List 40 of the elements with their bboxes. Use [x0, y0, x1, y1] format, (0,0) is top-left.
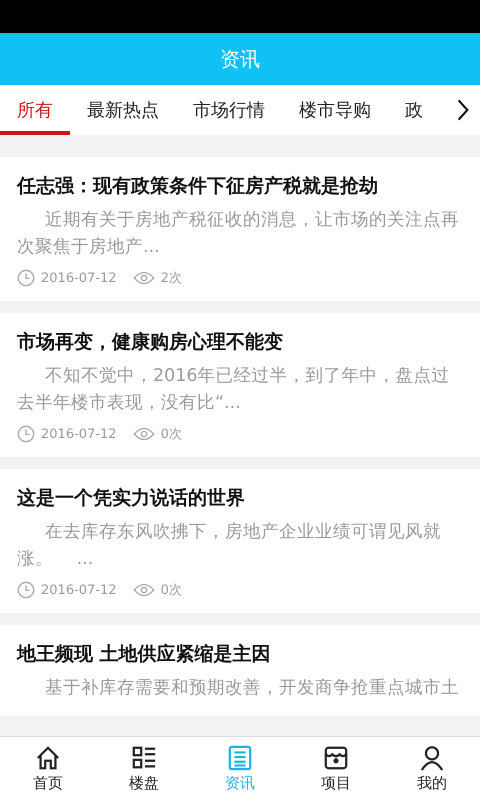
clock-icon	[17, 425, 35, 443]
person-icon	[419, 744, 445, 770]
article-title: 地王频现 土地供应紧缩是主因	[17, 642, 272, 667]
clock-icon	[17, 581, 35, 599]
clock-icon	[17, 269, 35, 287]
article-title: 任志强：现有政策条件下征房产税就是抢劫	[17, 174, 379, 199]
article-summary: 不知不觉中，2016年已经过半，到了年中，盘点过去半年楼市表现，没有比“...	[17, 365, 451, 415]
eye-icon	[132, 269, 155, 287]
view-count: 0次	[160, 426, 182, 443]
store-icon	[323, 744, 349, 770]
nav-item[interactable]: 首页	[0, 737, 96, 800]
category-tab[interactable]: 最新热点	[70, 85, 176, 135]
eye-icon	[132, 581, 155, 599]
article-date: 2016-07-12	[41, 582, 117, 598]
nav-item[interactable]: 楼盘	[96, 737, 192, 800]
article-card[interactable]: 地王频现 土地供应紧缩是主因 基于补库存需要和预期改善，开发商争抢重点城市土	[0, 625, 480, 716]
article-title: 市场再变，健康购房心理不能变	[17, 330, 284, 355]
category-tab[interactable]: 政	[388, 85, 440, 135]
article-summary: 在去库存东风吹拂下，房地产企业业绩可谓见风就涨。 ...	[17, 521, 442, 571]
article-date: 2016-07-12	[41, 426, 117, 442]
page-title: 资讯	[220, 46, 260, 72]
article-date: 2016-07-12	[41, 270, 117, 286]
nav-item[interactable]: 项目	[288, 737, 384, 800]
eye-icon	[132, 425, 155, 443]
document-icon	[227, 744, 253, 770]
article-summary: 近期有关于房地产税征收的消息，让市场的关注点再次聚焦于房地产...	[17, 209, 460, 259]
article-summary: 基于补库存需要和预期改善，开发商争抢重点城市土	[44, 677, 460, 700]
article-card[interactable]: 市场再变，健康购房心理不能变 不知不觉中，2016年已经过半，到了年中，盘点过去半年楼市表现，没有比“... 2016-07-12 0次	[0, 313, 480, 457]
view-count: 2次	[160, 270, 182, 287]
category-tab[interactable]: 所有	[0, 85, 70, 135]
category-tab[interactable]: 楼市导购	[282, 85, 388, 135]
article-title: 这是一个凭实力说话的世界	[17, 486, 246, 511]
home-icon	[35, 744, 61, 770]
chevron-right-icon[interactable]	[456, 98, 470, 122]
article-card[interactable]: 这是一个凭实力说话的世界 在去库存东风吹拂下，房地产企业业绩可谓见风就涨。 ... 2016-07-12 0次	[0, 469, 480, 613]
view-count: 0次	[160, 582, 182, 599]
category-tab[interactable]: 市场行情	[176, 85, 282, 135]
list-icon	[131, 744, 157, 770]
article-card[interactable]: 任志强：现有政策条件下征房产税就是抢劫 近期有关于房地产税征收的消息，让市场的关注点再次聚焦于房地产... 2016-07-12 2次	[0, 157, 480, 301]
nav-item[interactable]: 我的	[384, 737, 480, 800]
